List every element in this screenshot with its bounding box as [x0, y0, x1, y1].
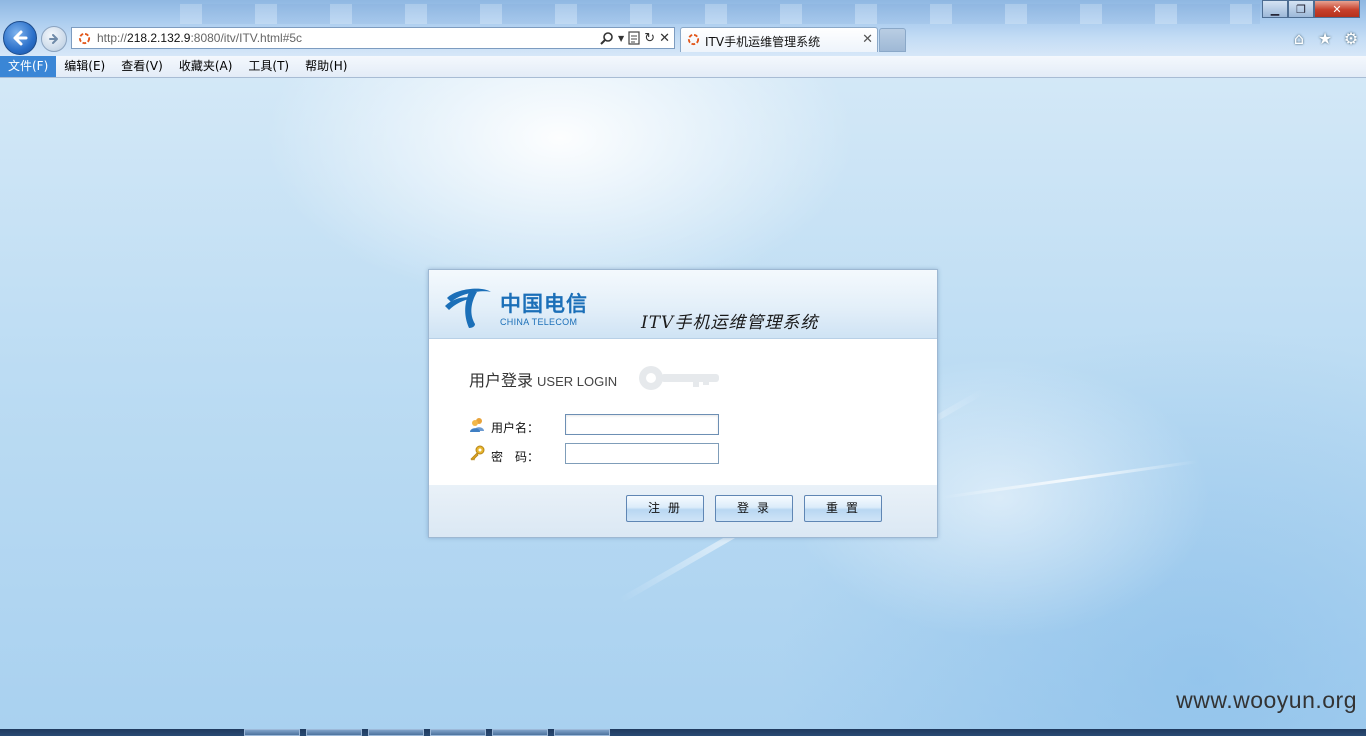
menu-tools[interactable]: 工具(T) [240, 56, 297, 77]
page-viewport: 中国电信 CHINA TELECOM ITV手机运维管理系统 用户登录 USER … [0, 78, 1366, 730]
window-controls: ▁ ❐ ✕ [1262, 0, 1360, 18]
key-decoration-icon [639, 366, 719, 390]
address-bar[interactable]: http://218.2.132.9:8080/itv/ITV.html#5c … [71, 27, 675, 49]
new-tab-button[interactable] [879, 28, 906, 52]
reset-button[interactable]: 重置 [804, 495, 882, 522]
stop-icon[interactable]: ✕ [659, 30, 670, 46]
key-icon [470, 445, 485, 461]
dropdown-arrow-icon[interactable]: ▼ [618, 30, 624, 46]
back-arrow-icon [13, 30, 28, 46]
gear-icon[interactable]: ⚙ [1342, 29, 1360, 48]
china-telecom-logo-icon [445, 288, 491, 328]
system-title: ITV手机运维管理系统 [641, 313, 819, 333]
watermark: www.wooyun.org [1176, 687, 1357, 713]
forward-button[interactable] [41, 26, 67, 52]
close-window-button[interactable]: ✕ [1314, 0, 1360, 18]
button-area: 注册 登录 重置 [429, 485, 937, 537]
browser-chrome: http://218.2.132.9:8080/itv/ITV.html#5c … [0, 0, 1366, 56]
loading-favicon-icon [687, 33, 700, 46]
browser-tab[interactable]: ITV手机运维管理系统 ✕ [680, 27, 878, 52]
login-heading: 用户登录 USER LOGIN [469, 371, 618, 390]
login-header: 中国电信 CHINA TELECOM ITV手机运维管理系统 [429, 270, 937, 339]
menu-help[interactable]: 帮助(H) [297, 56, 355, 77]
star-icon[interactable]: ★ [1316, 29, 1334, 48]
menu-edit[interactable]: 编辑(E) [56, 56, 113, 77]
taskbar-button[interactable] [368, 729, 424, 736]
minimize-button[interactable]: ▁ [1262, 0, 1288, 18]
address-url: http://218.2.132.9:8080/itv/ITV.html#5c [97, 31, 303, 45]
logo-text-en: CHINA TELECOM [500, 317, 578, 327]
back-button[interactable] [3, 21, 37, 55]
menu-bar: 文件(F) 编辑(E) 查看(V) 收藏夹(A) 工具(T) 帮助(H) [0, 56, 1366, 78]
menu-view[interactable]: 查看(V) [113, 56, 171, 77]
users-icon [470, 418, 484, 432]
desktop-background-strip [180, 4, 1260, 24]
login-button[interactable]: 登录 [715, 495, 793, 522]
tab-close-icon[interactable]: ✕ [862, 32, 873, 47]
login-panel: 中国电信 CHINA TELECOM ITV手机运维管理系统 用户登录 USER … [428, 269, 938, 538]
search-icon[interactable] [600, 30, 614, 46]
register-button[interactable]: 注册 [626, 495, 704, 522]
background-light-streak [941, 459, 1199, 500]
taskbar-button[interactable] [306, 729, 362, 736]
refresh-icon[interactable]: ↻ [644, 30, 655, 46]
username-input[interactable] [565, 414, 719, 435]
home-icon[interactable]: ⌂ [1290, 29, 1308, 48]
taskbar-button[interactable] [430, 729, 486, 736]
taskbar [0, 729, 1366, 736]
tab-title: ITV手机运维管理系统 [705, 35, 821, 49]
compatibility-view-icon[interactable] [628, 30, 640, 46]
taskbar-button[interactable] [244, 729, 300, 736]
menu-favorites[interactable]: 收藏夹(A) [171, 56, 241, 77]
taskbar-button[interactable] [492, 729, 548, 736]
password-label: 密 码： [491, 450, 540, 464]
logo-text-cn: 中国电信 [500, 291, 588, 316]
password-input[interactable] [565, 443, 719, 464]
username-label: 用户名： [491, 421, 540, 435]
maximize-button[interactable]: ❐ [1288, 0, 1314, 18]
menu-file[interactable]: 文件(F) [0, 56, 57, 77]
taskbar-button[interactable] [554, 729, 610, 736]
forward-arrow-icon [49, 34, 58, 44]
loading-favicon-icon [78, 32, 91, 45]
